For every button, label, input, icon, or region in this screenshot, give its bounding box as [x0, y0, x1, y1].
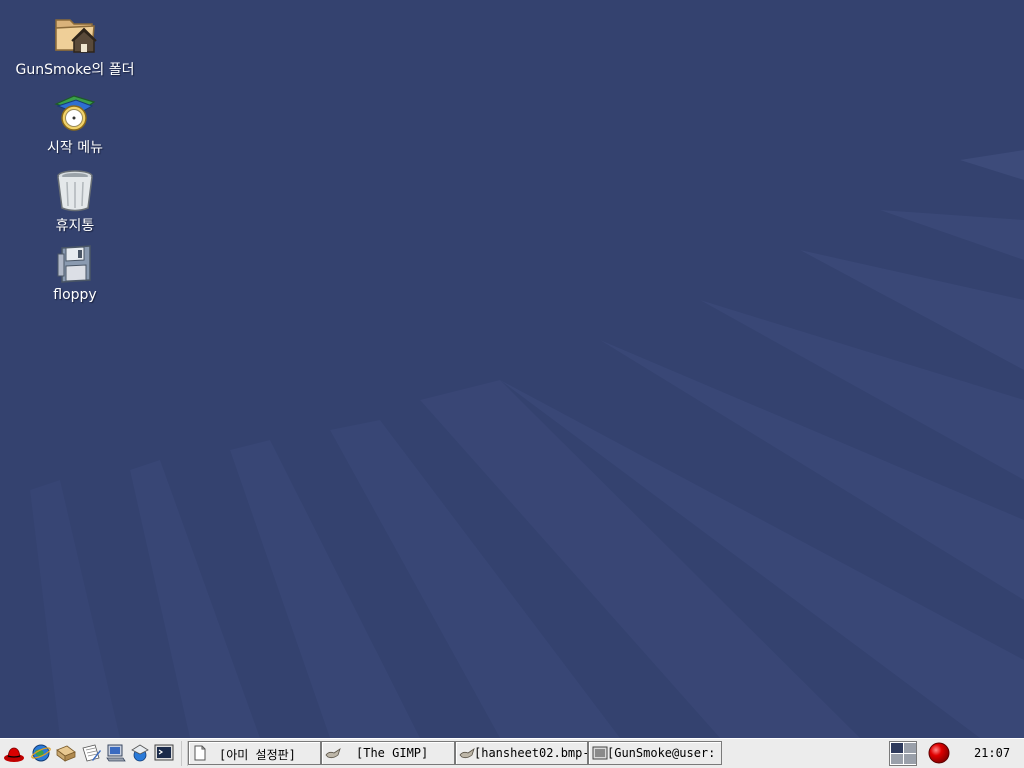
terminal-icon	[154, 744, 174, 761]
task-label: [The GIMP]	[356, 746, 429, 760]
taskbar: [아미 설정판] [The GIMP] [hansheet02.bmp- [Gu…	[0, 738, 1024, 768]
workspace-2[interactable]	[904, 743, 916, 753]
redhat-menu-icon	[4, 747, 24, 762]
trash-icon	[57, 170, 93, 212]
task-button-settings[interactable]: [아미 설정판]	[188, 741, 321, 765]
workspace-3[interactable]	[891, 754, 903, 764]
desktop-icon-label: 시작 메뉴	[47, 140, 103, 156]
task-label: [hansheet02.bmp-	[474, 746, 588, 760]
desktop-icon-label: GunSmoke의 폴더	[15, 62, 135, 78]
launcher-network[interactable]	[129, 742, 151, 764]
launcher-office-writer[interactable]	[80, 742, 102, 764]
task-button-gimp[interactable]: [The GIMP]	[321, 741, 455, 765]
desktop-icon-home-folder[interactable]: GunSmoke의 폴더	[0, 10, 150, 79]
mail-icon	[56, 745, 76, 762]
launcher-web-browser[interactable]	[30, 742, 52, 764]
office-writer-icon	[82, 744, 101, 762]
web-browser-icon	[31, 744, 51, 762]
taskbar-separator[interactable]	[181, 741, 188, 766]
workspace-pager[interactable]	[889, 741, 917, 766]
terminal-icon	[592, 746, 608, 760]
desktop-icon-trash[interactable]: 휴지통	[0, 168, 150, 235]
desktop-wallpaper	[30, 150, 1024, 738]
task-label: [GunSmoke@user:	[607, 746, 716, 760]
desktop-icon-floppy[interactable]: floppy	[0, 244, 150, 303]
document-icon	[194, 745, 206, 761]
desktop: GunSmoke의 폴더 시작 메뉴 휴지통 floppy	[0, 0, 1024, 738]
desktop-icon-start-menu[interactable]: 시작 메뉴	[0, 90, 150, 157]
red-alert-icon[interactable]	[927, 741, 951, 765]
launcher-mail[interactable]	[55, 742, 77, 764]
desktop-icon-label: 휴지통	[55, 218, 95, 234]
gimp-icon	[325, 748, 341, 759]
home-folder-icon	[55, 19, 97, 53]
desktop-icon-label: floppy	[53, 287, 97, 303]
launcher-main-menu[interactable]	[3, 742, 25, 764]
clock[interactable]: 21:07	[960, 746, 1024, 760]
gimp-image-icon	[459, 748, 475, 759]
workspace-1[interactable]	[891, 743, 903, 753]
task-button-terminal[interactable]: [GunSmoke@user:	[588, 741, 722, 765]
network-icon	[131, 744, 149, 762]
task-label: [아미 설정판]	[219, 748, 296, 762]
file-manager-icon	[106, 744, 126, 762]
start-menu-icon	[54, 95, 96, 131]
workspace-4[interactable]	[904, 754, 916, 764]
launcher-terminal[interactable]	[153, 742, 175, 764]
task-button-image[interactable]: [hansheet02.bmp-	[455, 741, 588, 765]
floppy-icon	[57, 245, 91, 283]
launcher-file-manager[interactable]	[105, 742, 127, 764]
